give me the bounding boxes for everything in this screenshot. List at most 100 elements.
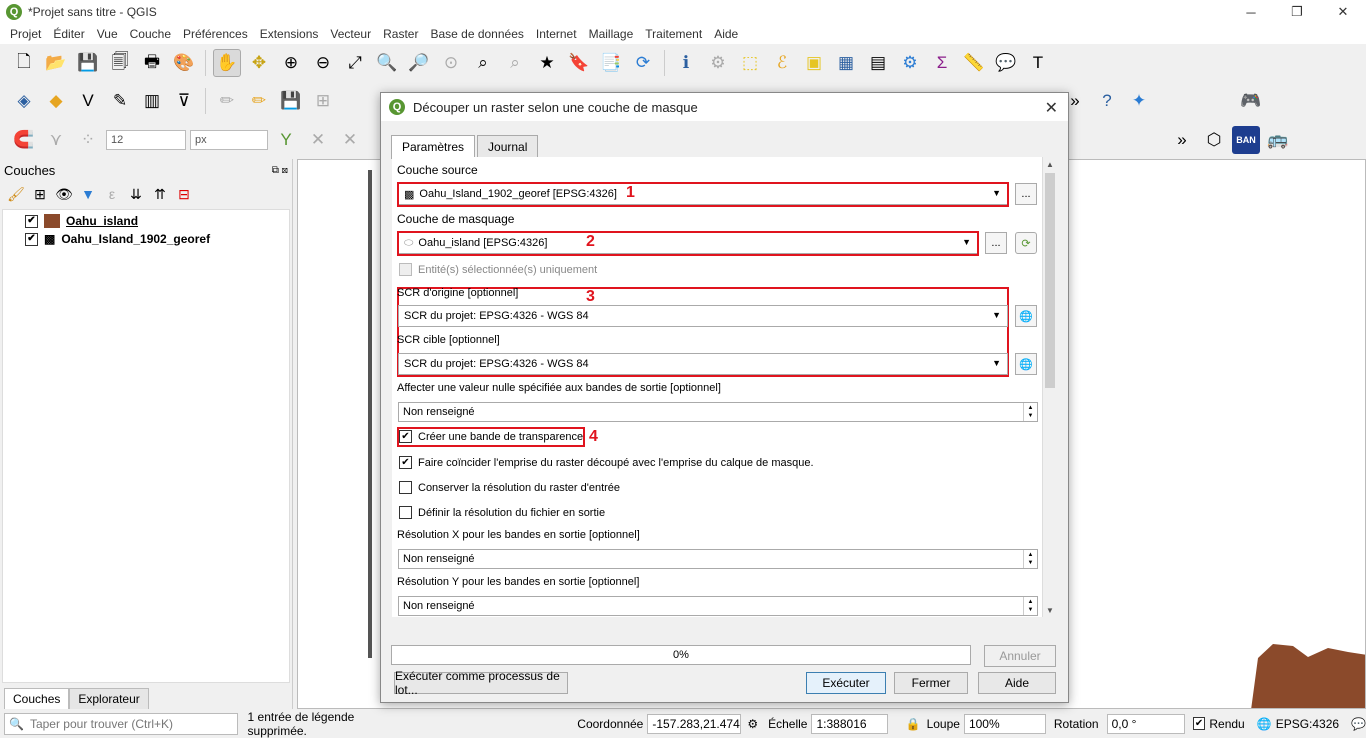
collapse-all-icon[interactable]: ⇈ — [150, 184, 170, 204]
menu-internet[interactable]: Internet — [530, 27, 583, 41]
crs-status[interactable]: EPSG:4326 — [1276, 717, 1339, 731]
new-project-icon[interactable]: 🗋 — [10, 49, 38, 77]
snapping-unit-select[interactable]: px — [190, 130, 268, 150]
zoom-full-icon[interactable]: ⤢ — [341, 49, 369, 77]
scale-field[interactable]: 1:388016 — [811, 713, 888, 734]
menu-vue[interactable]: Vue — [91, 27, 124, 41]
visibility-icon[interactable]: 👁 — [54, 184, 74, 204]
add-raster-icon[interactable]: ✎ — [106, 87, 134, 115]
transport-icon[interactable]: 🚌 — [1264, 126, 1292, 154]
zoom-last-icon[interactable]: ⌕ — [469, 49, 497, 77]
save-edits-icon[interactable]: 💾 — [277, 87, 305, 115]
spin-arrows-icon[interactable]: ▲ ▼ — [1023, 597, 1037, 615]
edit-pencil-icon[interactable]: ✏ — [213, 87, 241, 115]
extent-toggle-icon[interactable]: ⚙ — [747, 717, 758, 731]
zoom-native-icon[interactable]: ⊙ — [437, 49, 465, 77]
gamepad-icon[interactable]: 🎮 — [1237, 87, 1265, 115]
pan-to-selection-icon[interactable]: ✥ — [245, 49, 273, 77]
action-icon[interactable]: ⚙ — [704, 49, 732, 77]
add-mesh-icon[interactable]: ▥ — [138, 87, 166, 115]
scrollbar-thumb[interactable] — [1045, 173, 1055, 388]
menu-base-de-donnees[interactable]: Base de données — [424, 27, 529, 41]
new-bookmark-icon[interactable]: ★ — [533, 49, 561, 77]
render-checkbox[interactable]: ✔ — [1192, 717, 1206, 730]
tab-explorateur[interactable]: Explorateur — [69, 688, 149, 709]
deselect-icon[interactable]: ▣ — [800, 49, 828, 77]
menu-vecteur[interactable]: Vecteur — [324, 27, 377, 41]
iterate-icon[interactable]: ⟳ — [1015, 232, 1037, 254]
add-vector-icon[interactable]: V — [74, 87, 102, 115]
snap-segment-icon[interactable]: ⁘ — [74, 126, 102, 154]
layer-row-oahu-island[interactable]: ✔ Oahu_island — [3, 212, 289, 230]
panel-float-close-icon[interactable]: ⧉ ⊠ — [272, 165, 288, 176]
help-icon[interactable]: ? — [1093, 87, 1121, 115]
add-group-icon[interactable]: ⊞ — [30, 184, 50, 204]
menu-editer[interactable]: Éditer — [47, 27, 90, 41]
processing-toolbox-icon[interactable]: ⚙ — [896, 49, 924, 77]
scroll-up-icon[interactable]: ▲ — [1043, 157, 1057, 171]
zoom-selection-icon[interactable]: 🔍 — [373, 49, 401, 77]
toggle-editing-icon[interactable]: ✏ — [245, 87, 273, 115]
source-browse-button[interactable]: ... — [1015, 183, 1037, 205]
statistics-icon[interactable]: Σ — [928, 49, 956, 77]
alpha-band-checkbox[interactable]: ✔ — [399, 430, 412, 443]
menu-preferences[interactable]: Préférences — [177, 27, 254, 41]
nodata-spinbox[interactable]: Non renseigné ▲ ▼ — [398, 402, 1038, 422]
pan-icon[interactable]: ✋ — [213, 49, 241, 77]
scroll-down-icon[interactable]: ▼ — [1043, 603, 1057, 617]
3d-view-icon[interactable]: ⬡ — [1200, 126, 1228, 154]
spin-arrows-icon[interactable]: ▲ ▼ — [1023, 550, 1037, 568]
layer-row-oahu-raster[interactable]: ✔ ▩ Oahu_Island_1902_georef — [3, 230, 289, 248]
parameters-scrollbar[interactable]: ▲ ▼ — [1042, 157, 1056, 617]
source-crs-select[interactable]: SCR du projet: EPSG:4326 - WGS 84 ▼ — [398, 305, 1008, 327]
zoom-layer-icon[interactable]: 🔎 — [405, 49, 433, 77]
tab-couches[interactable]: Couches — [4, 688, 70, 709]
attribute-table-icon[interactable]: ▦ — [832, 49, 860, 77]
expression-filter-icon[interactable]: ε — [102, 184, 122, 204]
text-annotation-icon[interactable]: T — [1024, 49, 1052, 77]
menu-projet[interactable]: Projet — [4, 27, 47, 41]
print-layout-icon[interactable]: 🖶 — [138, 49, 166, 77]
map-tips-icon[interactable]: 💬 — [992, 49, 1020, 77]
selected-only-checkbox[interactable] — [399, 263, 412, 276]
more-tools-icon[interactable]: » — [1168, 126, 1196, 154]
remove-layer-icon[interactable]: ⊟ — [174, 184, 194, 204]
spin-arrows-icon[interactable]: ▲ ▼ — [1023, 403, 1037, 421]
select-features-icon[interactable]: ⬚ — [736, 49, 764, 77]
dialog-close-icon[interactable]: ✕ — [1045, 98, 1058, 118]
add-feature-icon[interactable]: ⊞ — [309, 87, 337, 115]
close-window-button[interactable]: ✕ — [1320, 0, 1366, 24]
y-resolution-spinbox[interactable]: Non renseigné ▲ ▼ — [398, 596, 1038, 616]
measure-icon[interactable]: 📏 — [960, 49, 988, 77]
crs-selector-icon[interactable]: 🌐 — [1015, 353, 1037, 375]
new-geopackage-icon[interactable]: ◆ — [42, 87, 70, 115]
lock-scale-icon[interactable]: 🔒 — [906, 717, 921, 731]
x-resolution-spinbox[interactable]: Non renseigné ▲ ▼ — [398, 549, 1038, 569]
style-manager-icon[interactable]: 🎨 — [170, 49, 198, 77]
menu-extensions[interactable]: Extensions — [254, 27, 325, 41]
menu-traitement[interactable]: Traitement — [639, 27, 708, 41]
minimize-button[interactable]: ─ — [1228, 0, 1274, 24]
layer-visibility-checkbox[interactable]: ✔ — [25, 232, 38, 246]
select-expression-icon[interactable]: ℰ — [768, 49, 796, 77]
snapping-tolerance-field[interactable]: 12 — [106, 130, 186, 150]
field-calculator-icon[interactable]: ▤ — [864, 49, 892, 77]
messages-icon[interactable]: 💬 — [1351, 717, 1366, 731]
crop-to-cutline-checkbox[interactable]: ✔ — [399, 456, 412, 469]
help-button[interactable]: Aide — [978, 672, 1056, 694]
snapping-magnet-icon[interactable]: 🧲 — [10, 126, 38, 154]
menu-aide[interactable]: Aide — [708, 27, 744, 41]
locator-search-input[interactable]: 🔍 Taper pour trouver (Ctrl+K) — [4, 712, 238, 735]
batch-process-button[interactable]: Exécuter comme processus de lot... — [394, 669, 568, 697]
filter-icon[interactable]: ▼ — [78, 184, 98, 204]
mask-browse-button[interactable]: ... — [985, 232, 1007, 254]
tab-parametres[interactable]: Paramètres — [391, 135, 476, 159]
expand-all-icon[interactable]: ⇊ — [126, 184, 146, 204]
show-bookmarks-icon[interactable]: 🔖 — [565, 49, 593, 77]
layer-visibility-checkbox[interactable]: ✔ — [25, 214, 38, 228]
snap-vertex-icon[interactable]: ⋎ — [42, 126, 70, 154]
layer-style-icon[interactable]: 🖌 — [6, 184, 26, 204]
plugin-icon[interactable]: ✦ — [1125, 87, 1153, 115]
menu-maillage[interactable]: Maillage — [583, 27, 640, 41]
set-resolution-checkbox[interactable] — [399, 506, 412, 519]
